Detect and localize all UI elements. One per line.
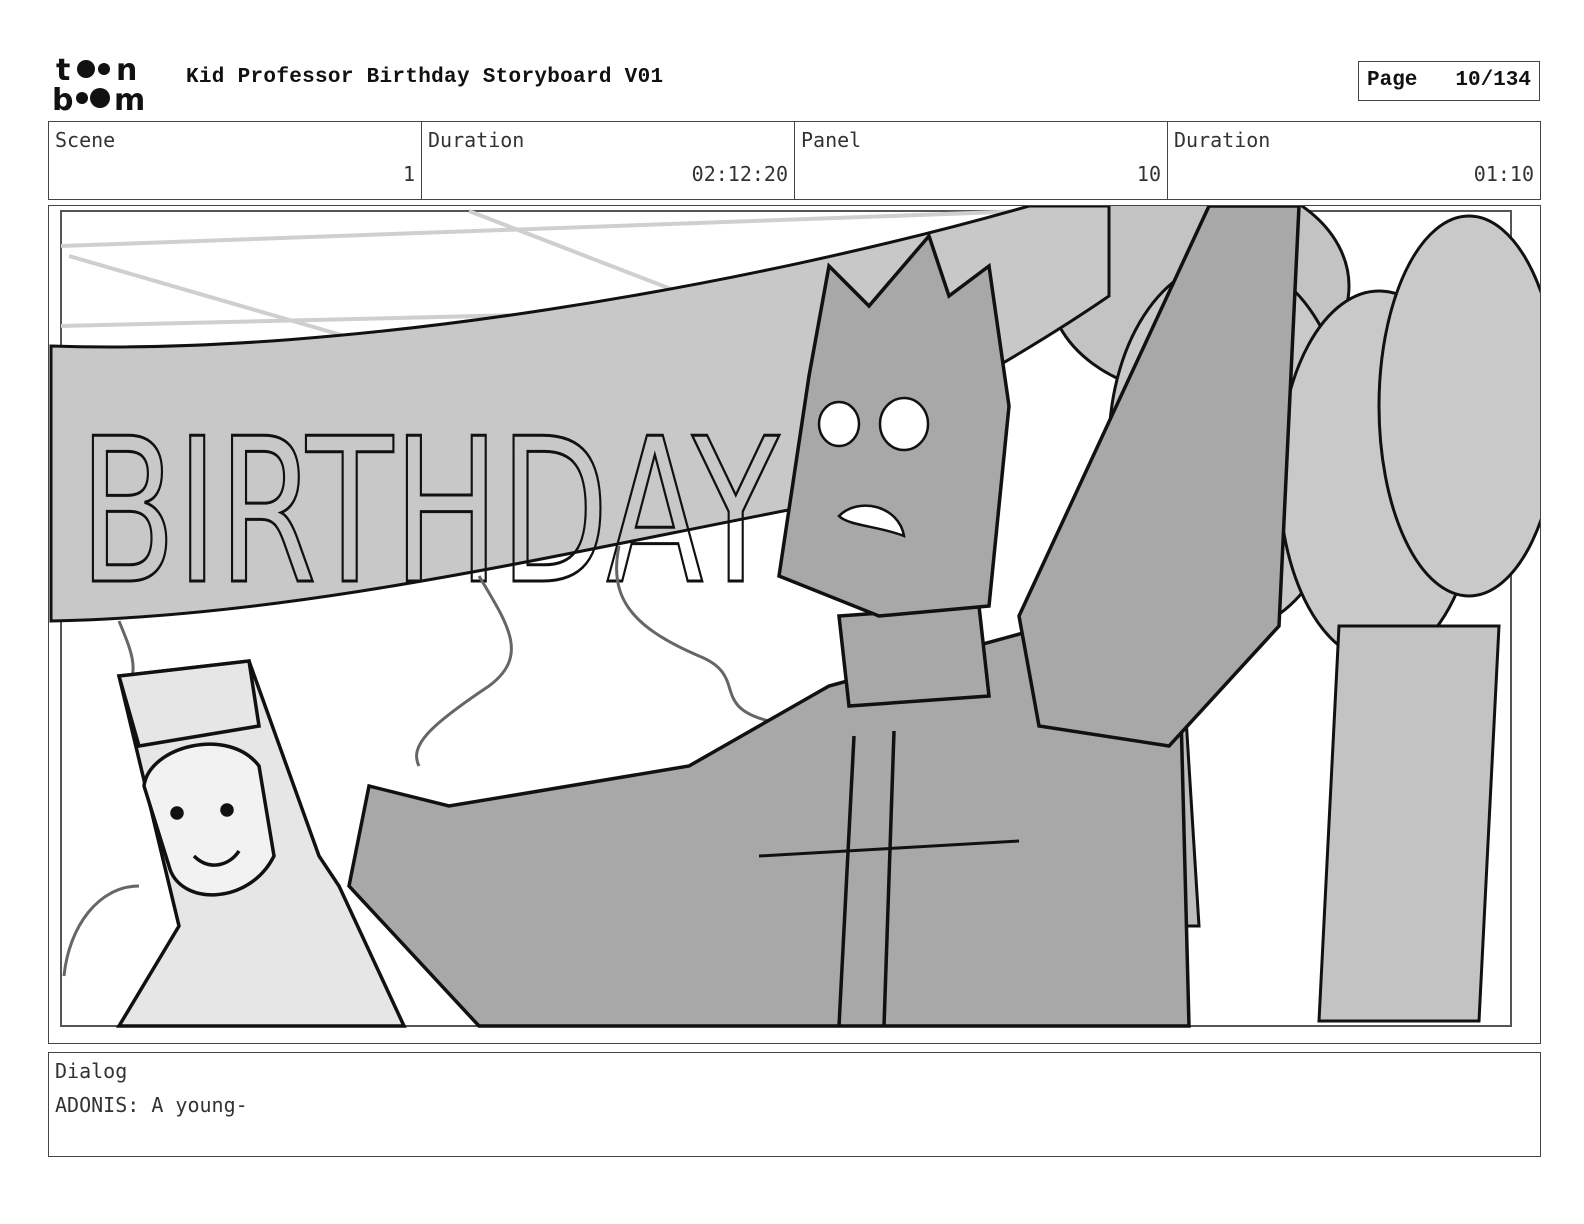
scene-cell: Scene 1 (49, 122, 422, 199)
svg-text:m: m (114, 83, 145, 114)
panel-label: Panel (801, 128, 862, 152)
page-label: Page (1367, 69, 1418, 92)
panel-cell: Panel 10 (795, 122, 1168, 199)
dialog-box: Dialog ADONIS: A young- (48, 1052, 1541, 1157)
dialog-label: Dialog (55, 1059, 128, 1083)
scene-value: 1 (402, 162, 415, 186)
panel-duration-label: Duration (1174, 128, 1271, 152)
page-number: 10/134 (1455, 69, 1531, 92)
dialog-text: ADONIS: A young- (55, 1093, 248, 1117)
toonboom-logo: t n b m (52, 53, 145, 114)
panel-value: 10 (1136, 162, 1161, 186)
storyboard-panel: BIRTHDAY (48, 205, 1541, 1044)
banner-text: BIRTHDAY (79, 396, 780, 629)
panel-sketch: BIRTHDAY (49, 206, 1540, 1028)
scene-info-row: Scene 1 Duration 02:12:20 Panel 10 Durat… (48, 121, 1541, 200)
scene-duration-cell: Duration 02:12:20 (422, 122, 795, 199)
panel-duration-cell: Duration 01:10 (1168, 122, 1540, 199)
page-indicator: Page 10/134 (1358, 61, 1540, 101)
svg-text:b: b (52, 83, 73, 114)
scene-duration-value: 02:12:20 (691, 162, 788, 186)
scene-duration-label: Duration (428, 128, 525, 152)
panel-duration-value: 01:10 (1473, 162, 1534, 186)
scene-label: Scene (55, 128, 116, 152)
document-title: Kid Professor Birthday Storyboard V01 (186, 66, 664, 89)
